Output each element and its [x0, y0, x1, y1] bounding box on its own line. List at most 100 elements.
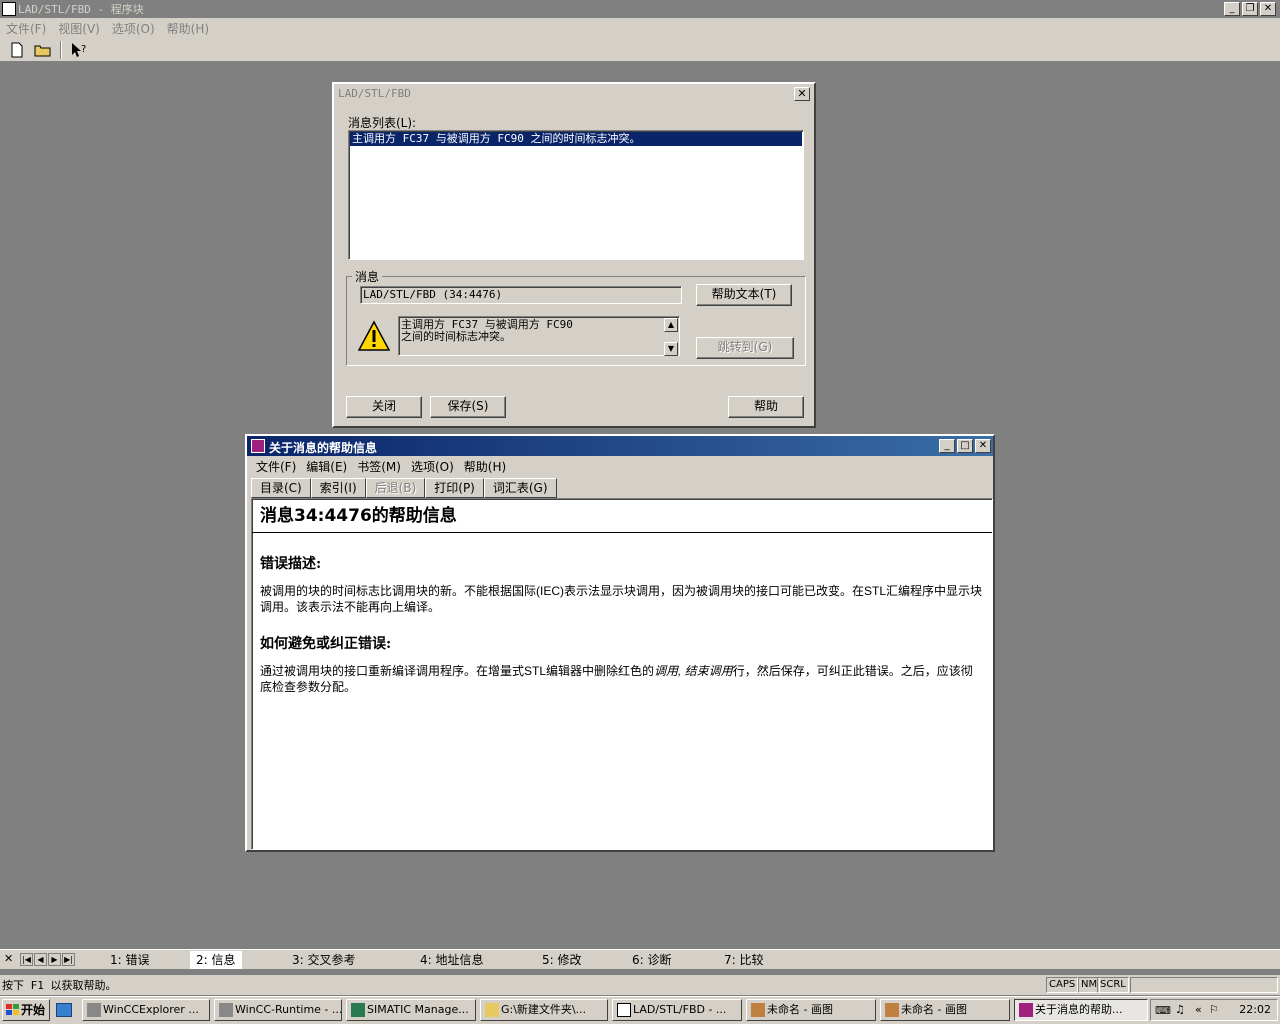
- menu-file[interactable]: 文件(F): [0, 20, 52, 37]
- glossary-button[interactable]: 词汇表(G): [483, 478, 557, 498]
- close-button[interactable]: ✕: [1260, 2, 1276, 16]
- scroll-up-icon[interactable]: ▲: [664, 318, 678, 332]
- help-content: 消息34:4476的帮助信息 错误描述: 被调用的块的时间标志比调用块的新。不能…: [251, 498, 993, 850]
- tab-modify[interactable]: 5: 修改: [542, 951, 582, 969]
- section-fix-title: 如何避免或纠正错误:: [260, 636, 392, 652]
- lad-dialog-close-button[interactable]: ✕: [794, 87, 810, 101]
- tab-cross-reference[interactable]: 3: 交叉参考: [292, 951, 356, 969]
- network-icon[interactable]: ⚐: [1209, 1003, 1219, 1016]
- start-label: 开始: [21, 1003, 46, 1017]
- output-tabs-bar: ✕ |◀ ◀ ▶ ▶| 1: 错误 2: 信息 3: 交叉参考 4: 地址信息 …: [0, 949, 1280, 969]
- task-paint-2[interactable]: 未命名 - 画图: [880, 999, 1010, 1021]
- help-menu-edit[interactable]: 编辑(E): [301, 458, 352, 476]
- help-caption-buttons: _ □ ✕: [939, 439, 991, 453]
- toolbar-separator: [60, 40, 62, 59]
- app-title: LAD/STL/FBD - 程序块: [18, 3, 144, 16]
- paint-icon: [885, 1003, 899, 1017]
- help-text-button[interactable]: 帮助文本(T): [696, 284, 792, 306]
- new-file-icon[interactable]: [6, 40, 28, 60]
- contents-button[interactable]: 目录(C): [251, 478, 311, 498]
- task-label: LAD/STL/FBD - ...: [633, 1003, 727, 1016]
- folder-icon: [485, 1003, 499, 1017]
- lad-dialog-title: LAD/STL/FBD: [338, 87, 411, 100]
- task-label: G:\新建文件夹\...: [501, 1003, 587, 1016]
- status-text: 按下 F1 以获取帮助。: [2, 979, 117, 992]
- tab-errors[interactable]: 1: 错误: [110, 951, 150, 969]
- scroll-indicator: SCRL: [1097, 977, 1129, 993]
- message-list[interactable]: 主调用方 FC37 与被调用方 FC90 之间的时间标志冲突。: [348, 130, 804, 260]
- task-paint-1[interactable]: 未命名 - 画图: [746, 999, 876, 1021]
- message-source-field: LAD/STL/FBD (34:4476): [360, 286, 682, 304]
- menu-help[interactable]: 帮助(H): [161, 20, 215, 37]
- paint-icon: [751, 1003, 765, 1017]
- tab-diagnose[interactable]: 6: 诊断: [632, 951, 672, 969]
- message-list-item[interactable]: 主调用方 FC37 与被调用方 FC90 之间的时间标志冲突。: [350, 132, 802, 146]
- task-label: WinCC-Runtime - ...: [235, 1003, 342, 1016]
- print-button[interactable]: 打印(P): [425, 478, 484, 498]
- volume-icon[interactable]: ♫: [1175, 1003, 1185, 1016]
- restore-button[interactable]: ❐: [1242, 2, 1258, 16]
- help-heading: 消息34:4476的帮助信息: [252, 499, 992, 533]
- task-lad-stl-fbd[interactable]: LAD/STL/FBD - ...: [612, 999, 742, 1021]
- task-label: 未命名 - 画图: [901, 1003, 967, 1016]
- context-help-icon[interactable]: ?: [68, 40, 90, 60]
- help-button-bar: 目录(C) 索引(I) 后退(B) 打印(P) 词汇表(G): [251, 478, 557, 498]
- task-label: 未命名 - 画图: [767, 1003, 833, 1016]
- menu-options[interactable]: 选项(O): [106, 20, 161, 37]
- tab-next-icon[interactable]: ▶: [48, 953, 61, 966]
- task-icon: [87, 1003, 101, 1017]
- help-menu-file[interactable]: 文件(F): [251, 458, 301, 476]
- help-window-title: 关于消息的帮助信息: [269, 441, 378, 455]
- tab-first-icon[interactable]: |◀: [20, 953, 33, 966]
- system-tray: ⌨ ♫ « ⚐ 22:02: [1150, 999, 1278, 1021]
- tab-compare[interactable]: 7: 比较: [724, 951, 764, 969]
- app-caption-buttons: _ ❐ ✕: [1224, 2, 1276, 16]
- tab-info[interactable]: 2: 信息: [190, 951, 242, 969]
- task-wincc-runtime[interactable]: WinCC-Runtime - ...: [214, 999, 342, 1021]
- scroll-down-icon[interactable]: ▼: [664, 342, 678, 356]
- tab-prev-icon[interactable]: ◀: [34, 953, 47, 966]
- app-menubar: 文件(F) 视图(V) 选项(O) 帮助(H): [0, 18, 1280, 38]
- start-button[interactable]: 开始: [2, 999, 50, 1021]
- help-window-titlebar: 关于消息的帮助信息 _ □ ✕: [247, 436, 993, 456]
- tabs-close-icon[interactable]: ✕: [4, 952, 13, 965]
- index-button[interactable]: 索引(I): [310, 478, 366, 498]
- help-maximize-button[interactable]: □: [957, 439, 973, 453]
- lad-dialog-titlebar: LAD/STL/FBD ✕: [334, 84, 814, 104]
- status-extra-panel: [1130, 977, 1278, 993]
- open-folder-icon[interactable]: [32, 40, 54, 60]
- close-dialog-button[interactable]: 关闭: [346, 396, 422, 418]
- help-menu-options[interactable]: 选项(O): [406, 458, 459, 476]
- tray-expand-icon[interactable]: «: [1195, 1003, 1202, 1016]
- tab-address-info[interactable]: 4: 地址信息: [420, 951, 484, 969]
- dialog-help-button[interactable]: 帮助: [728, 396, 804, 418]
- menu-view[interactable]: 视图(V): [52, 20, 106, 37]
- task-label: SIMATIC Manage...: [367, 1003, 469, 1016]
- help-window: 关于消息的帮助信息 _ □ ✕ 文件(F) 编辑(E) 书签(M) 选项(O) …: [245, 434, 995, 852]
- message-text-box: 主调用方 FC37 与被调用方 FC90 之间的时间标志冲突。: [398, 316, 680, 356]
- section-error-description-title: 错误描述:: [260, 556, 322, 572]
- help-close-button[interactable]: ✕: [975, 439, 991, 453]
- goto-button[interactable]: 跳转到(G): [696, 337, 794, 359]
- task-wincc-explorer[interactable]: WinCCExplorer ...: [82, 999, 210, 1021]
- back-button[interactable]: 后退(B): [365, 478, 426, 498]
- message-list-label: 消息列表(L):: [348, 116, 417, 130]
- task-help-info[interactable]: 关于消息的帮助...: [1014, 999, 1148, 1021]
- status-bar: 按下 F1 以获取帮助。 CAPS NM SCRL: [0, 975, 1280, 995]
- help-book-icon: [1019, 1003, 1033, 1017]
- tab-last-icon[interactable]: ▶|: [62, 953, 75, 966]
- app-toolbar: ?: [0, 38, 1280, 62]
- save-button[interactable]: 保存(S): [430, 396, 506, 418]
- task-folder[interactable]: G:\新建文件夹\...: [480, 999, 608, 1021]
- help-menu-bookmark[interactable]: 书签(M): [352, 458, 406, 476]
- keyboard-icon[interactable]: ⌨: [1155, 1004, 1171, 1017]
- message-group-label: 消息: [352, 268, 383, 285]
- quicklaunch-ie-icon[interactable]: [56, 1003, 72, 1017]
- task-label: WinCCExplorer ...: [103, 1003, 199, 1016]
- task-icon: [351, 1003, 365, 1017]
- help-minimize-button[interactable]: _: [939, 439, 955, 453]
- help-menu-help[interactable]: 帮助(H): [459, 458, 511, 476]
- minimize-button[interactable]: _: [1224, 2, 1240, 16]
- task-simatic-manager[interactable]: SIMATIC Manage...: [346, 999, 476, 1021]
- clock: 22:02: [1239, 1003, 1271, 1016]
